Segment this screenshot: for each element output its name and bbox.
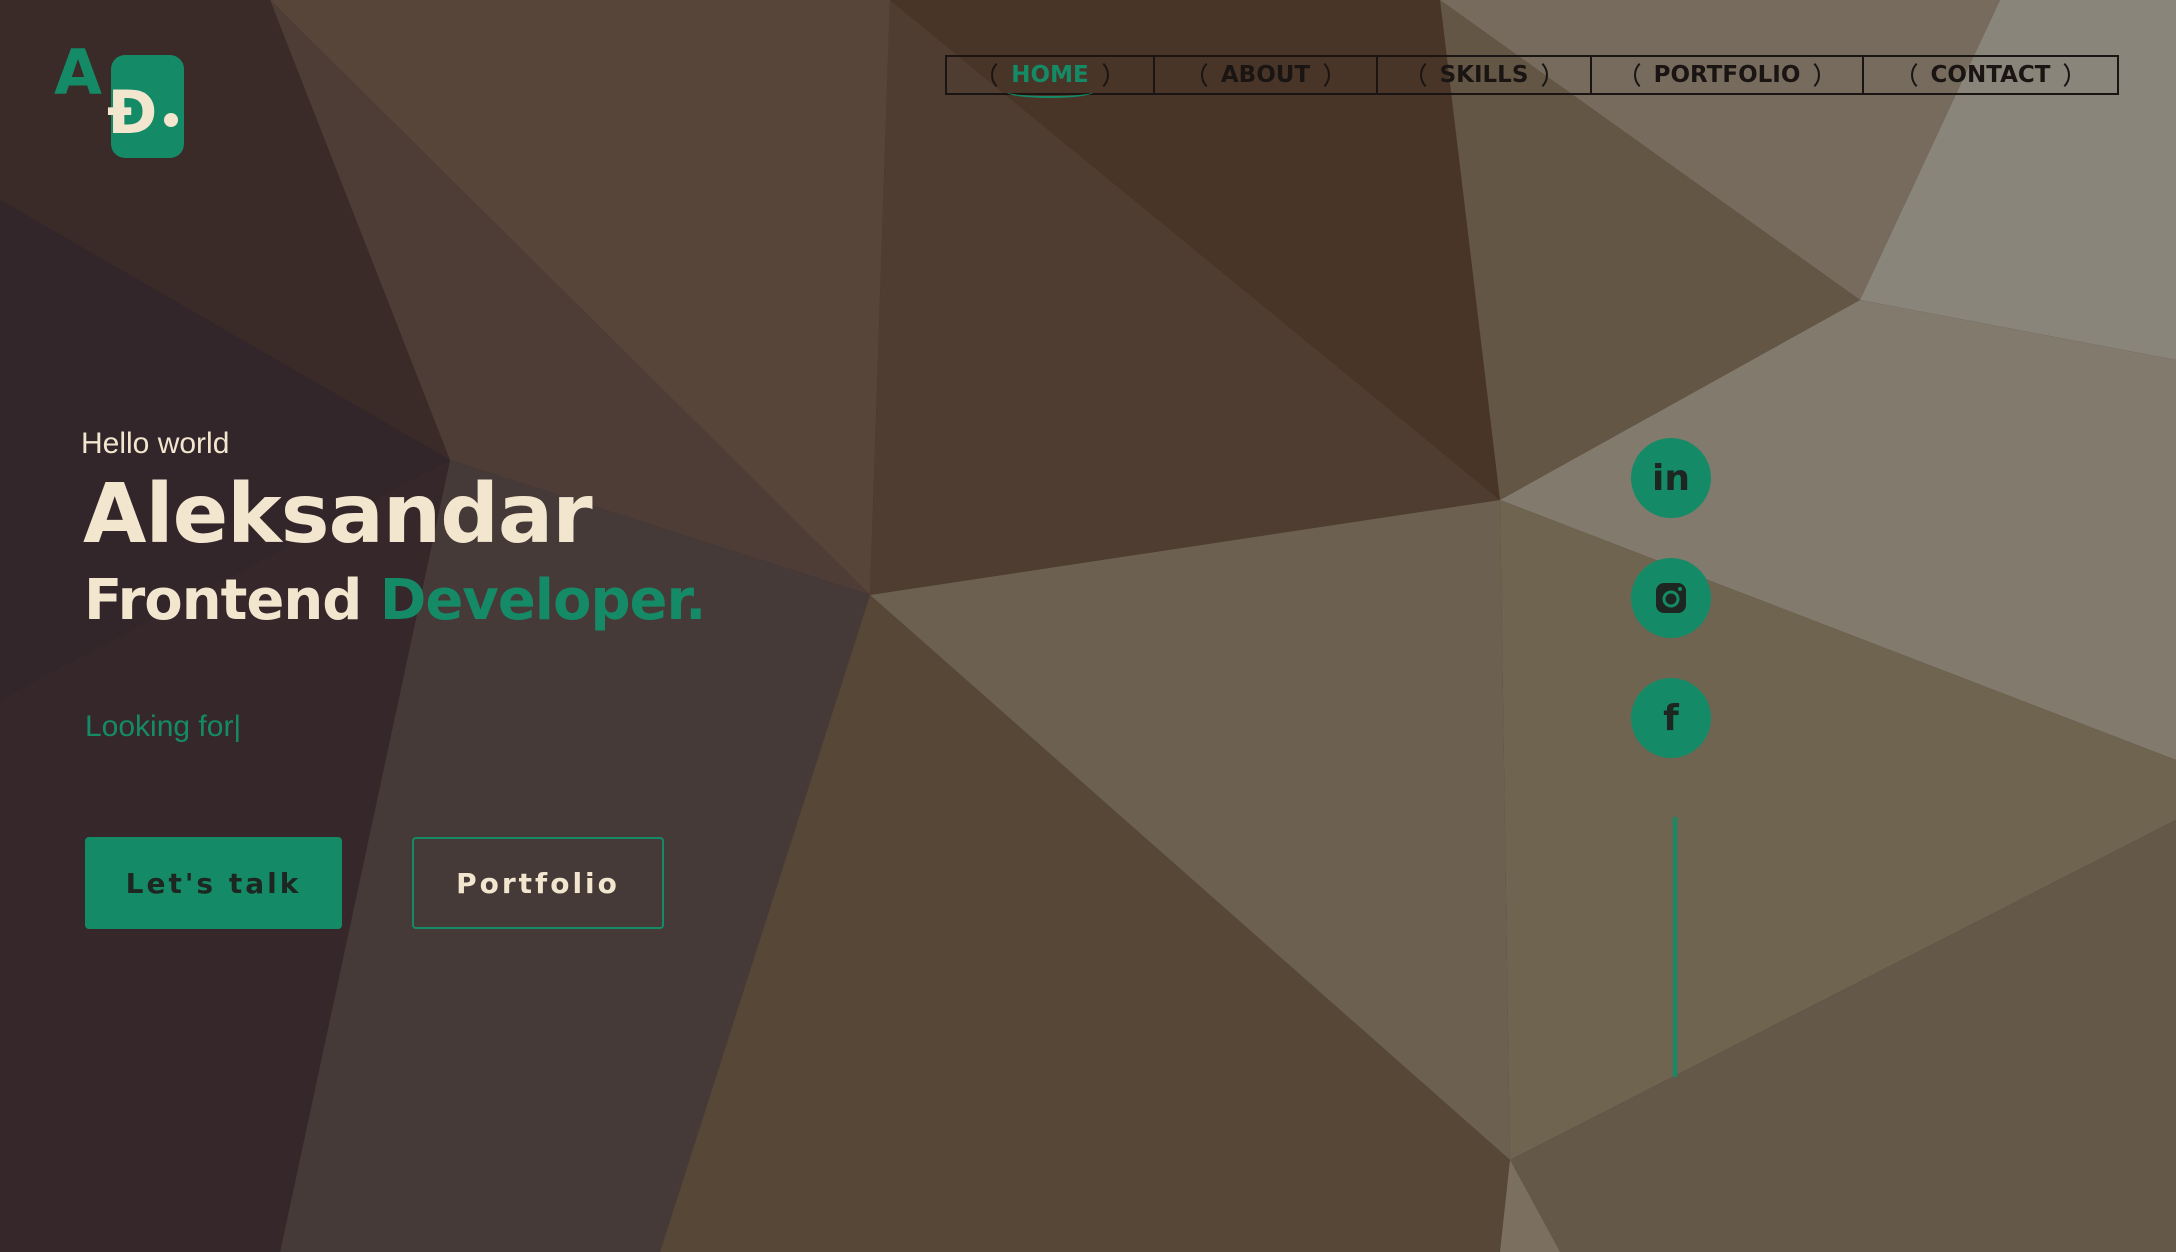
nav-label: HOME bbox=[991, 58, 1109, 98]
linkedin-icon[interactable]: in bbox=[1631, 438, 1711, 518]
greeting-text: Hello world bbox=[81, 427, 230, 460]
role-main: Frontend bbox=[84, 568, 362, 633]
portfolio-button[interactable]: Portfolio bbox=[412, 837, 664, 929]
hero-role: Frontend Developer. bbox=[84, 568, 707, 633]
nav-label: ABOUT bbox=[1200, 58, 1331, 92]
nav-label: CONTACT bbox=[1910, 58, 2071, 92]
role-accent: Developer. bbox=[379, 568, 707, 633]
logo-letter-d: Đ bbox=[107, 78, 158, 148]
nav-item-home[interactable]: HOME bbox=[947, 57, 1155, 98]
lets-talk-button[interactable]: Let's talk bbox=[85, 837, 342, 929]
facebook-icon[interactable]: f bbox=[1631, 678, 1711, 758]
nav-item-about[interactable]: ABOUT bbox=[1155, 57, 1378, 93]
hero-section: A Đ HOME ABOUT SKILLS PORTFOLIO CONTACT … bbox=[0, 0, 2176, 1252]
hero-name: Aleksandar bbox=[83, 467, 593, 562]
nav-item-contact[interactable]: CONTACT bbox=[1864, 57, 2117, 93]
instagram-icon[interactable] bbox=[1631, 558, 1711, 638]
main-nav: HOME ABOUT SKILLS PORTFOLIO CONTACT bbox=[945, 55, 2119, 98]
nav-item-portfolio[interactable]: PORTFOLIO bbox=[1592, 57, 1864, 93]
social-divider-line bbox=[1673, 817, 1677, 1077]
logo[interactable]: A Đ bbox=[54, 42, 194, 160]
typing-text: Looking for| bbox=[85, 710, 242, 743]
nav-label: PORTFOLIO bbox=[1633, 58, 1821, 92]
nav-item-skills[interactable]: SKILLS bbox=[1378, 57, 1592, 93]
instagram-glyph bbox=[1656, 583, 1686, 613]
logo-letter-a: A bbox=[54, 36, 102, 109]
facebook-label: f bbox=[1663, 697, 1679, 739]
linkedin-label: in bbox=[1652, 457, 1690, 499]
logo-dot bbox=[164, 113, 178, 127]
nav-label: SKILLS bbox=[1419, 58, 1549, 92]
